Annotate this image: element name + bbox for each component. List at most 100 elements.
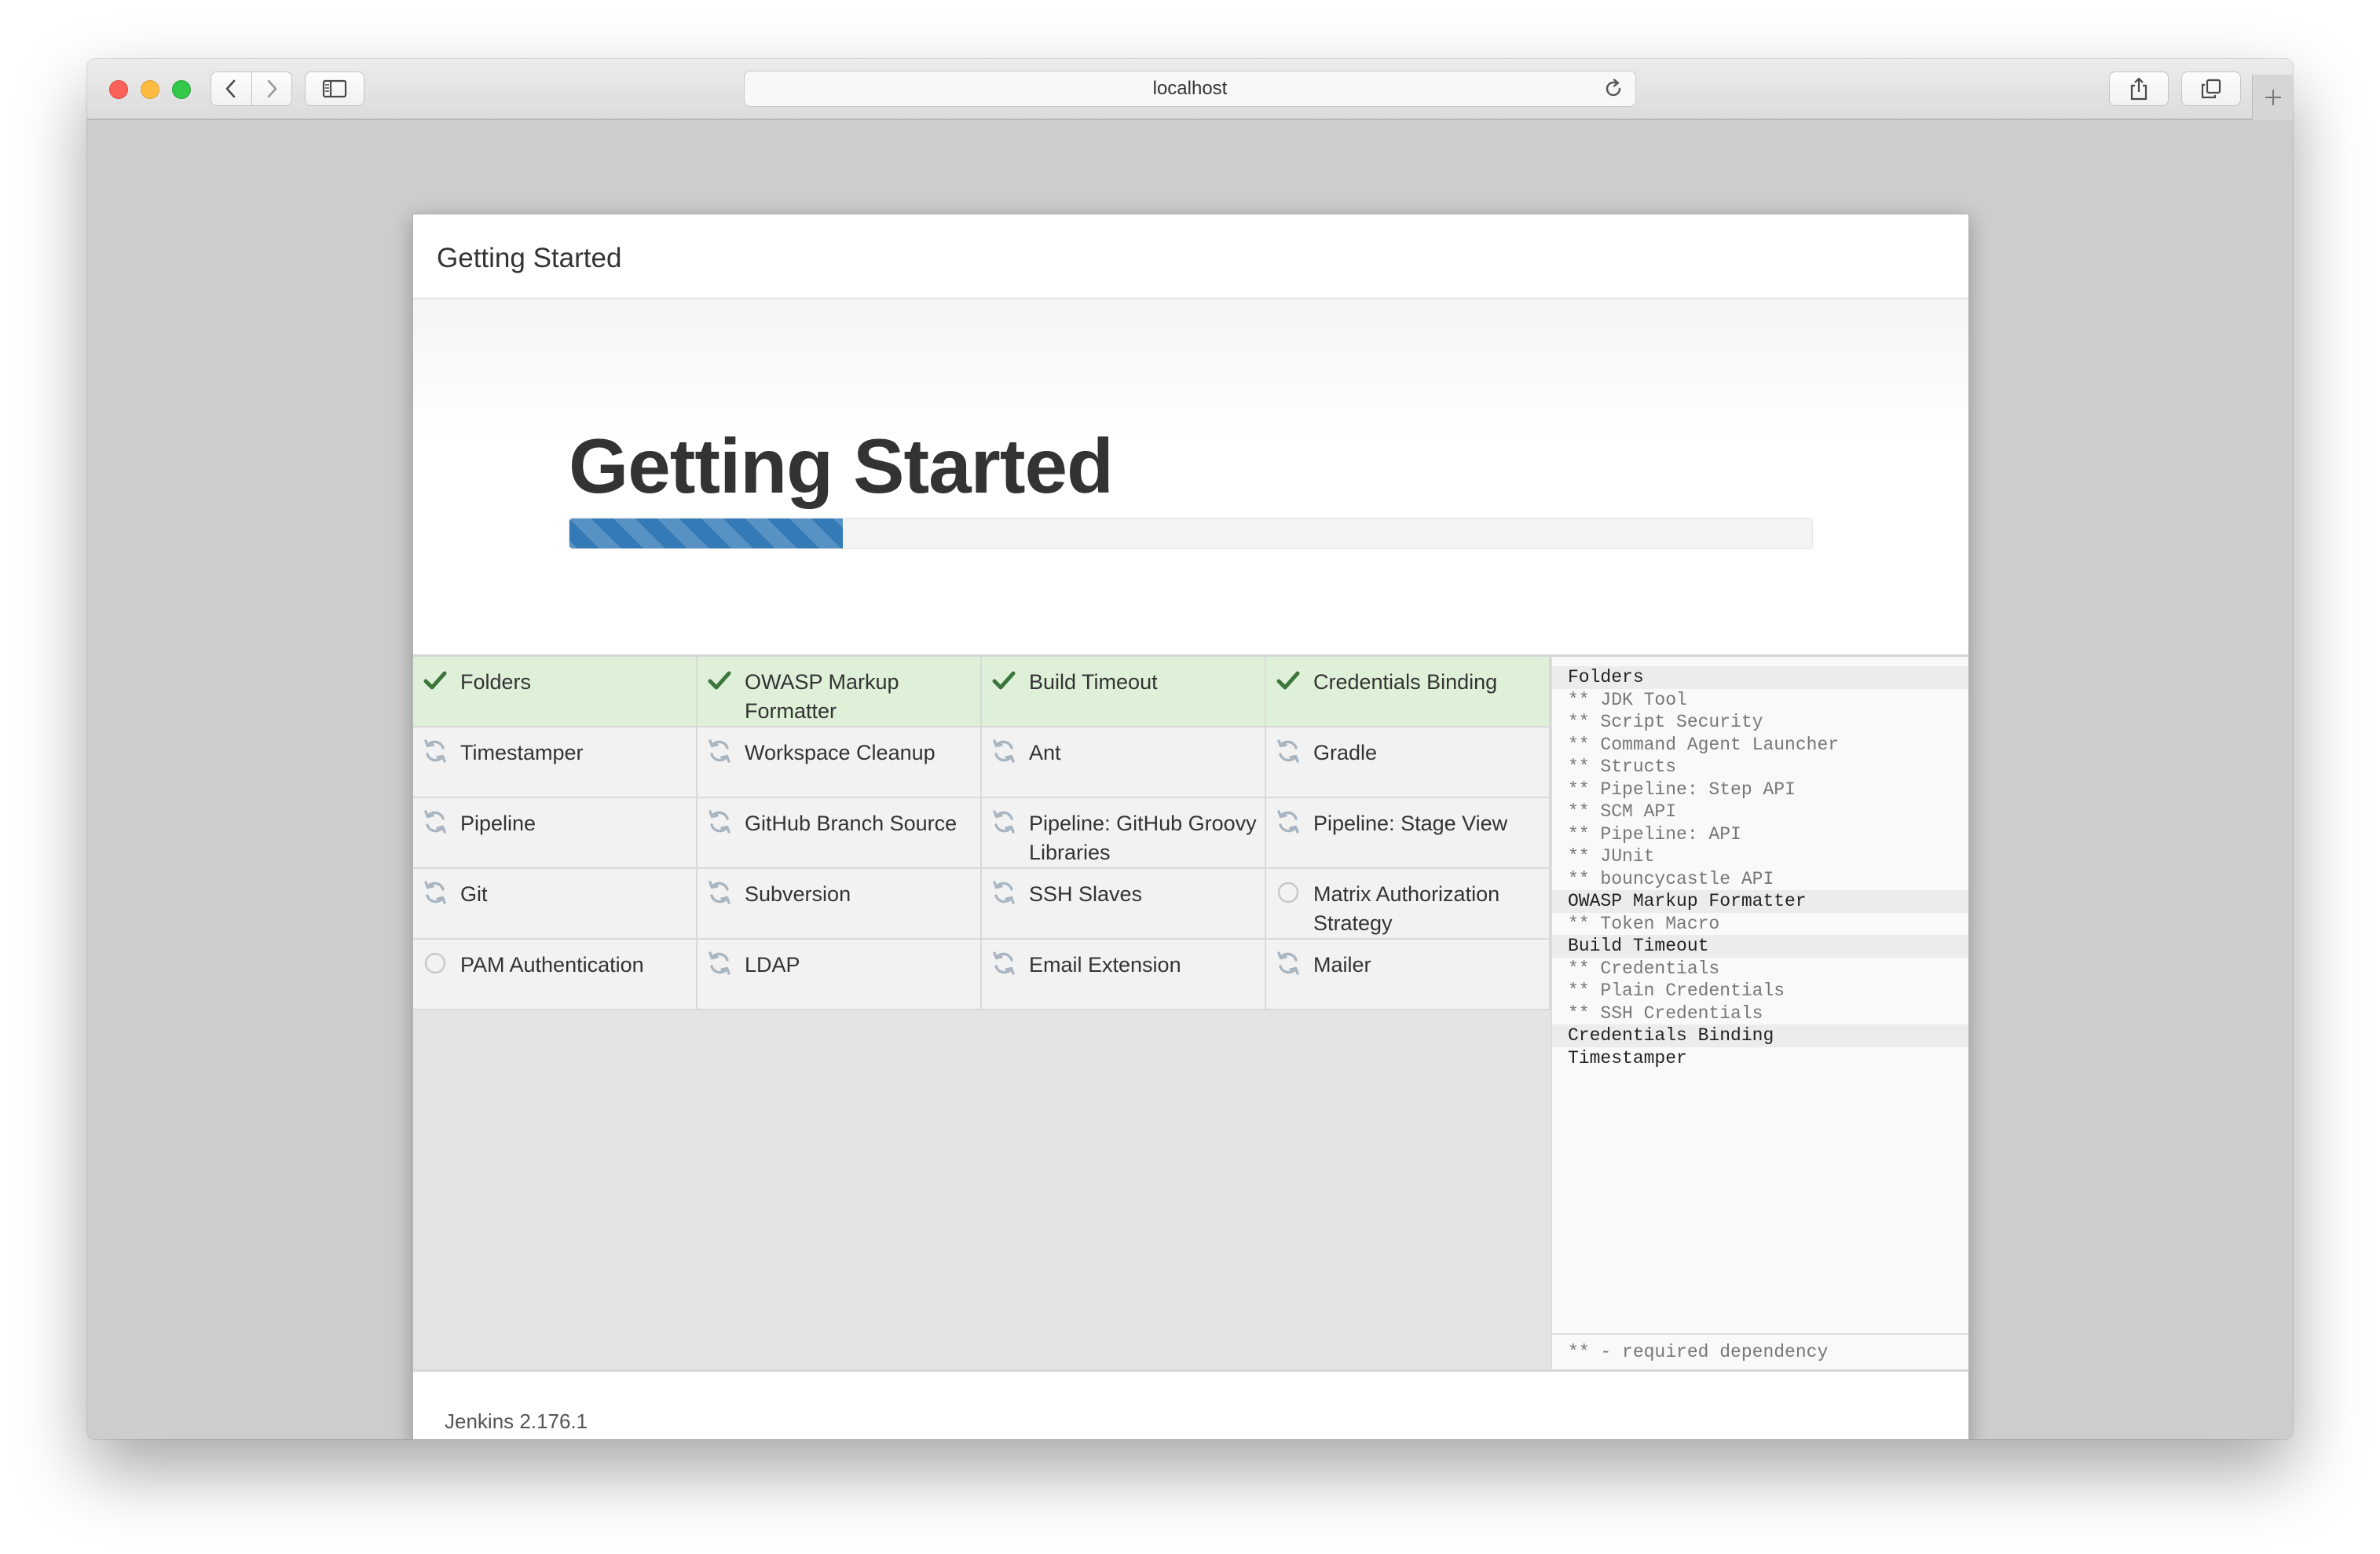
show-tabs-button[interactable] — [2181, 71, 2241, 106]
browser-window: localhost Getting Started Getting Starte… — [87, 59, 2293, 1439]
sidebar-icon — [322, 79, 347, 98]
sync-icon — [1277, 739, 1299, 763]
check-icon — [1276, 671, 1300, 690]
plugin-name: Workspace Cleanup — [745, 741, 936, 764]
reload-button[interactable] — [1602, 78, 1624, 105]
log-plugin-row: Build Timeout — [1552, 935, 1968, 958]
log-dependency-row: ** SSH Credentials — [1568, 1002, 1763, 1024]
plugin-cell: SSH Slaves — [982, 869, 1266, 940]
plugin-cells: Folders OWASP Markup Formatter Build Timeo… — [413, 657, 1551, 1010]
sync-icon — [993, 881, 1015, 904]
sync-icon — [709, 739, 730, 763]
install-progress-bar — [569, 518, 1813, 549]
zoom-window-button[interactable] — [172, 80, 191, 99]
minimize-window-button[interactable] — [141, 80, 159, 99]
pending-circle-icon — [1277, 881, 1299, 903]
plugin-name: PAM Authentication — [460, 953, 644, 977]
log-plugin-row: Folders — [1552, 666, 1968, 689]
plugin-cell: Build Timeout — [982, 657, 1266, 728]
plugin-cell: Email Extension — [982, 940, 1266, 1010]
log-dependency-row: ** JUnit — [1568, 846, 1655, 867]
back-button[interactable] — [211, 72, 251, 105]
plugin-name: GitHub Branch Source — [745, 812, 957, 835]
log-dependency-row: ** Plain Credentials — [1568, 980, 1785, 1001]
hero-section: Getting Started — [413, 299, 1968, 654]
chevron-right-icon — [267, 79, 277, 98]
browser-toolbar: localhost — [87, 59, 2293, 120]
dialog-footer: Jenkins 2.176.1 — [413, 1369, 1968, 1439]
plugin-name: Timestamper — [460, 741, 584, 764]
plugin-cell: Matrix Authorization Strategy — [1266, 869, 1551, 940]
plugin-cell: Pipeline: Stage View — [1266, 798, 1551, 869]
check-icon — [992, 671, 1016, 690]
log-dependency-row: ** Token Macro — [1568, 913, 1720, 934]
plugin-cell: OWASP Markup Formatter — [698, 657, 982, 728]
log-dependency-row: ** Structs — [1568, 757, 1677, 777]
plugin-name: Ant — [1029, 741, 1061, 764]
plugin-cell: Git — [413, 869, 698, 940]
plugin-cell: Folders — [413, 657, 698, 728]
forward-button[interactable] — [251, 72, 291, 105]
sync-icon — [709, 810, 730, 834]
sync-icon — [424, 739, 446, 763]
plugin-cell: LDAP — [698, 940, 982, 1010]
plugin-name: Mailer — [1313, 953, 1371, 977]
plugin-name: Gradle — [1313, 741, 1378, 764]
plugin-name: Subversion — [745, 882, 851, 906]
plugin-name: Email Extension — [1029, 953, 1181, 977]
page-title: Getting Started — [569, 423, 1114, 509]
sync-icon — [1277, 951, 1299, 975]
sync-icon — [709, 951, 730, 975]
sync-icon — [424, 881, 446, 904]
address-bar[interactable]: localhost — [744, 71, 1636, 107]
dependency-legend: ** - required dependency — [1552, 1333, 1968, 1369]
plugin-cell: Gradle — [1266, 728, 1551, 798]
chevron-left-icon — [226, 79, 236, 98]
reload-icon — [1606, 79, 1621, 97]
sync-icon — [1277, 810, 1299, 834]
plugin-name: Git — [460, 882, 488, 906]
log-dependency-row: ** JDK Tool — [1568, 689, 1687, 710]
plugin-name: Build Timeout — [1029, 670, 1158, 694]
log-plugin-row: Timestamper — [1568, 1047, 1687, 1068]
dialog-header: Getting Started — [413, 214, 1968, 299]
plugin-name: SSH Slaves — [1029, 882, 1143, 906]
log-dependency-row: ** Script Security — [1568, 712, 1763, 732]
check-icon — [423, 671, 447, 690]
setup-wizard-dialog: Getting Started Getting Started Folders O… — [412, 214, 1969, 1439]
plugin-cell: Workspace Cleanup — [698, 728, 982, 798]
share-button[interactable] — [2109, 71, 2169, 106]
plugins-area: Folders OWASP Markup Formatter Build Timeo… — [413, 654, 1968, 1369]
pending-circle-icon — [424, 952, 446, 974]
install-log-panel[interactable]: Folders ** JDK Tool ** Script Security ** C… — [1551, 657, 1968, 1369]
plugin-cell: Mailer — [1266, 940, 1551, 1010]
new-tab-button[interactable] — [2252, 75, 2293, 120]
plugin-cell: Timestamper — [413, 728, 698, 798]
sync-icon — [424, 810, 446, 834]
sidebar-toggle-button[interactable] — [305, 71, 364, 106]
sync-icon — [993, 951, 1015, 975]
log-plugin-row: OWASP Markup Formatter — [1552, 890, 1968, 913]
plugin-cell: Pipeline: GitHub Groovy Libraries — [982, 798, 1266, 869]
close-window-button[interactable] — [109, 80, 128, 99]
plugin-name: Pipeline: GitHub Groovy Libraries — [1029, 812, 1257, 864]
log-dependency-row: ** Pipeline: API — [1568, 823, 1741, 845]
install-log-entries: Folders ** JDK Tool ** Script Security ** C… — [1552, 657, 1968, 1069]
dialog-header-title: Getting Started — [437, 243, 622, 273]
history-nav — [211, 71, 292, 106]
plugin-cell: PAM Authentication — [413, 940, 698, 1010]
plugin-name: Folders — [460, 670, 532, 694]
plugin-cell: Credentials Binding — [1266, 657, 1551, 728]
jenkins-version: Jenkins 2.176.1 — [445, 1409, 588, 1433]
sync-icon — [993, 739, 1015, 763]
log-dependency-row: ** bouncycastle API — [1568, 868, 1774, 889]
share-icon — [2130, 77, 2147, 101]
log-dependency-row: ** SCM API — [1568, 801, 1677, 822]
address-text: localhost — [1152, 78, 1228, 99]
log-dependency-row: ** Credentials — [1568, 958, 1720, 979]
plus-icon — [2265, 90, 2281, 105]
plugin-name: Matrix Authorization Strategy — [1313, 882, 1500, 935]
plugin-cell: Pipeline — [413, 798, 698, 869]
plugin-name: Pipeline: Stage View — [1313, 812, 1508, 835]
plugin-name: LDAP — [745, 953, 800, 977]
